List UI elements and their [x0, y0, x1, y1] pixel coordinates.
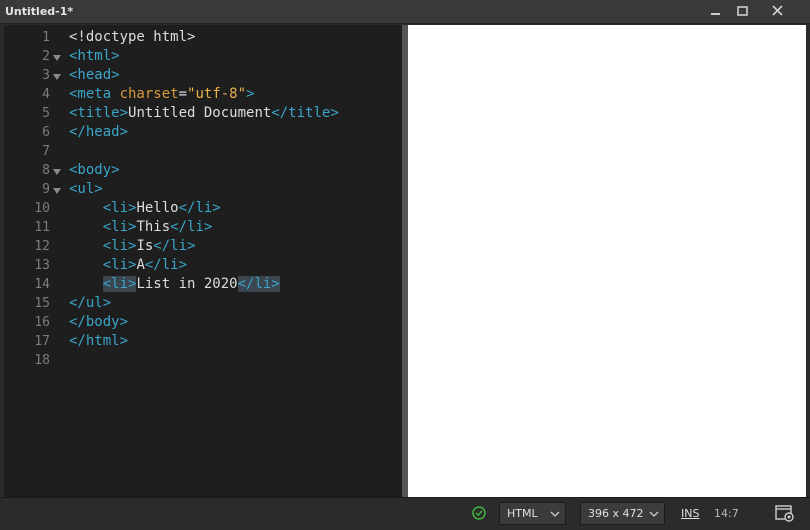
line-number: 11: [34, 220, 50, 235]
chevron-down-icon: [550, 511, 560, 517]
code-token: List in 2020: [136, 276, 238, 292]
maximize-icon: [737, 6, 748, 16]
code-token: </li>: [237, 276, 280, 292]
code-line[interactable]: <li>Hello</li>: [69, 199, 221, 218]
code-token: </li>: [144, 257, 188, 273]
line-number: 2: [42, 49, 50, 64]
code-line[interactable]: <li>This</li>: [69, 218, 213, 237]
code-editor[interactable]: 1 2 3 4 5 6 7 8 9 10 11 12 13 14 15 16 17 18 <!doctype ht…: [4, 25, 402, 497]
code-token: >: [246, 86, 255, 102]
code-token: </ul>: [69, 295, 112, 311]
code-token: <title>: [69, 105, 129, 121]
code-token: Untitled Document: [128, 105, 272, 121]
line-number: 18: [34, 353, 50, 368]
close-button[interactable]: [764, 2, 792, 21]
chevron-down-icon: [649, 511, 659, 517]
code-token: <meta: [69, 86, 120, 102]
code-line[interactable]: <li>List in 2020</li>: [69, 275, 280, 294]
fold-arrow-icon[interactable]: [52, 72, 62, 82]
code-line[interactable]: <meta charset="utf-8">: [69, 85, 254, 104]
code-line[interactable]: </html>: [69, 332, 128, 351]
line-gutter: 1 2 3 4 5 6 7 8 9 10 11 12 13 14 15 16 17 18: [4, 25, 66, 497]
code-token: Is: [136, 238, 154, 254]
line-number: 15: [34, 296, 50, 311]
minimize-icon: [711, 13, 720, 15]
close-icon: [772, 5, 783, 16]
check-circle-icon: [471, 505, 487, 521]
code-token: <li>: [102, 276, 137, 292]
code-token: <li>: [102, 257, 137, 273]
code-line[interactable]: <html>: [69, 47, 120, 66]
fold-arrow-icon[interactable]: [52, 186, 62, 196]
code-line[interactable]: <ul>: [69, 180, 103, 199]
code-line[interactable]: </head>: [69, 123, 128, 142]
code-token: </title>: [271, 105, 339, 121]
line-number: 16: [34, 315, 50, 330]
code-line[interactable]: </ul>: [69, 294, 111, 313]
code-token: <li>: [102, 238, 137, 254]
code-token: "utf-8": [187, 86, 247, 102]
code-token: </li>: [178, 200, 221, 216]
code-token: Hello: [136, 200, 179, 216]
code-line[interactable]: <!doctype html>: [69, 28, 195, 47]
code-token: <!doctype html>: [69, 29, 196, 45]
window-size-label: 396 x 472: [588, 507, 644, 520]
fold-arrow-icon[interactable]: [52, 53, 62, 63]
language-select[interactable]: HTML: [499, 502, 566, 525]
document-title: Untitled-1*: [5, 5, 74, 18]
code-token: </body>: [69, 314, 129, 330]
code-line[interactable]: <head>: [69, 66, 120, 85]
code-token: </li>: [170, 219, 213, 235]
code-line[interactable]: <li>Is</li>: [69, 237, 196, 256]
code-token: charset: [119, 86, 179, 102]
code-token: <head>: [69, 67, 120, 83]
line-number: 13: [34, 258, 50, 273]
window-size-select[interactable]: 396 x 472: [580, 502, 665, 525]
code-token: <body>: [69, 162, 120, 178]
minimize-button[interactable]: [701, 2, 729, 21]
code-token: A: [136, 257, 145, 273]
live-preview-pane: [408, 25, 806, 497]
code-token: <li>: [102, 200, 137, 216]
code-token: </html>: [69, 333, 129, 349]
code-token: <html>: [69, 48, 120, 64]
code-token: This: [136, 219, 171, 235]
insert-mode-toggle[interactable]: INS: [681, 507, 699, 520]
line-number: 7: [42, 144, 50, 159]
line-number: 3: [42, 68, 50, 83]
code-token: <li>: [102, 219, 137, 235]
line-number: 10: [34, 201, 50, 216]
code-token: </head>: [69, 124, 129, 140]
fold-arrow-icon[interactable]: [52, 167, 62, 177]
title-bar: Untitled-1*: [0, 0, 810, 24]
language-label: HTML: [507, 507, 538, 520]
line-number: 9: [42, 182, 50, 197]
line-number: 4: [42, 87, 50, 102]
cursor-position: 14:7: [714, 507, 739, 520]
code-token: </li>: [153, 238, 196, 254]
line-number: 1: [42, 30, 50, 45]
line-number: 8: [42, 163, 50, 178]
code-line[interactable]: </body>: [69, 313, 128, 332]
live-view-icon[interactable]: [775, 503, 795, 523]
line-number: 17: [34, 334, 50, 349]
code-line[interactable]: <title>Untitled Document</title>: [69, 104, 339, 123]
code-line[interactable]: <body>: [69, 161, 120, 180]
code-token: =: [178, 86, 188, 102]
code-line[interactable]: <li>A</li>: [69, 256, 187, 275]
code-token: <ul>: [69, 181, 103, 197]
status-bar: HTML 396 x 472 INS 14:7: [0, 497, 810, 530]
line-number: 12: [34, 239, 50, 254]
line-number: 5: [42, 106, 50, 121]
line-number: 14: [34, 277, 50, 292]
line-number: 6: [42, 125, 50, 140]
maximize-button[interactable]: [729, 2, 757, 21]
